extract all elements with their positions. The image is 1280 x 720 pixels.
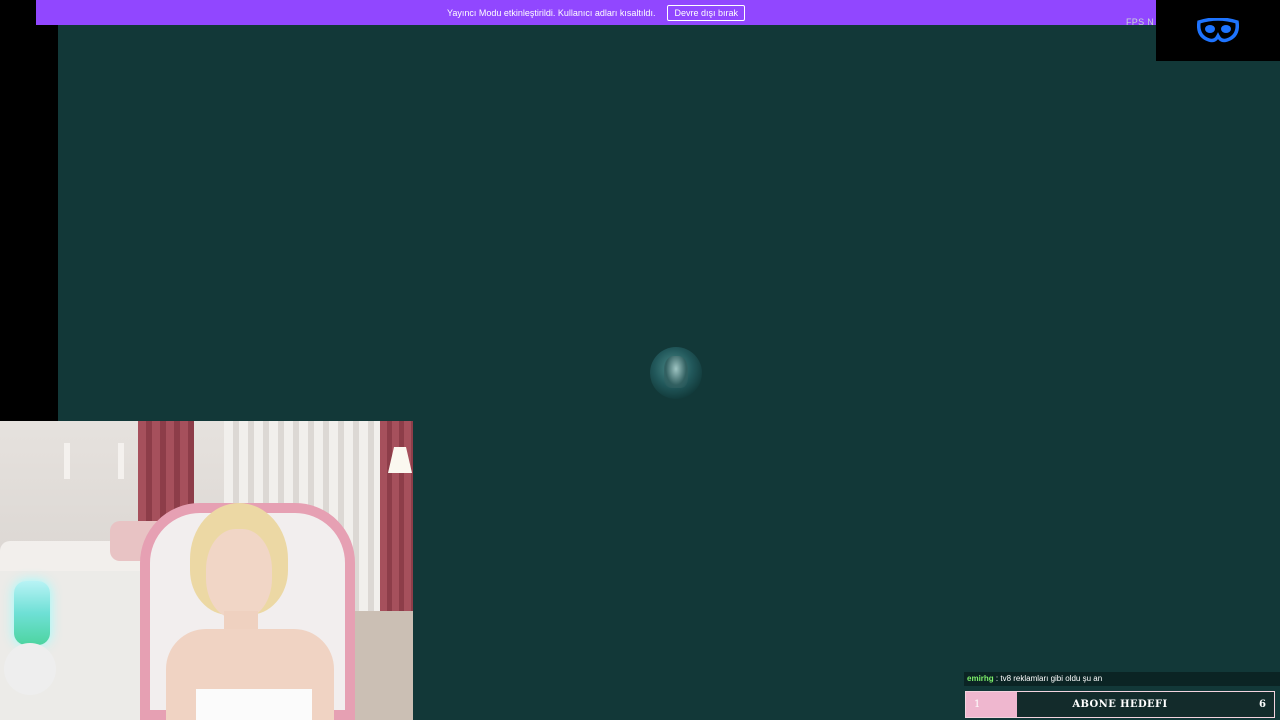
chat-username: emirhg [967,674,994,683]
sub-goal-bar: 1 ABONE HEDEFI 6 [965,691,1275,718]
sub-goal-label: ABONE HEDEFI [1072,699,1168,710]
loading-spinner-core [664,356,688,388]
webcam-microphone-stand [4,643,56,695]
disable-streamer-mode-button[interactable]: Devre dışı bırak [667,4,745,21]
webcam-wall-frames [64,443,124,479]
mask-logo-icon [1197,17,1239,42]
webcam-streamer-face [206,529,272,619]
chat-message: emirhg : tv8 reklamları gibi oldu şu an [964,672,1280,686]
webcam-streamer-top [196,689,312,720]
streamer-mode-message: Yayıncı Modu etkinleştirildi. Kullanıcı … [447,7,656,18]
chat-text: tv8 reklamları gibi oldu şu an [1000,674,1103,683]
webcam-overlay [0,421,413,720]
webcam-microphone [14,581,50,645]
streamer-mode-banner: Yayıncı Modu etkinleştirildi. Kullanıcı … [36,0,1156,25]
channel-logo [1156,0,1280,61]
fps-counter: FPS N [1126,17,1155,27]
sub-goal-target: 6 [1259,699,1266,710]
